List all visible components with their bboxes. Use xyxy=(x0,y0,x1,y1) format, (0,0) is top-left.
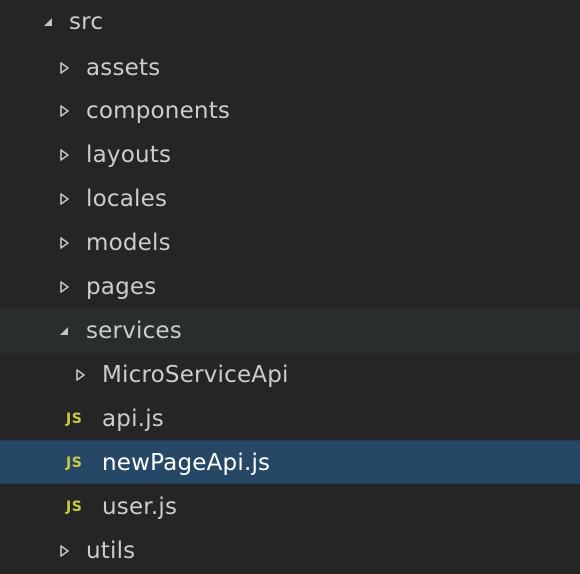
tree-item-label: MicroServiceApi xyxy=(102,362,289,388)
chevron-right-icon xyxy=(58,235,72,251)
chevron-right-icon xyxy=(58,147,72,163)
tree-item-label: services xyxy=(86,318,182,344)
javascript-file-icon: JS xyxy=(66,455,83,471)
chevron-right-icon xyxy=(58,191,72,207)
tree-folder-microserviceapi[interactable]: MicroServiceApi xyxy=(0,353,580,397)
tree-item-label: assets xyxy=(86,55,161,81)
tree-file-newpageapi-js[interactable]: JS newPageApi.js xyxy=(0,440,580,484)
tree-file-api-js[interactable]: JS api.js xyxy=(0,397,580,441)
tree-item-label: layouts xyxy=(86,142,172,168)
tree-file-user-js[interactable]: JS user.js xyxy=(0,485,580,529)
chevron-expanded-icon xyxy=(58,323,72,339)
chevron-right-icon xyxy=(58,279,72,295)
tree-item-label: pages xyxy=(86,274,157,300)
tree-item-label: newPageApi.js xyxy=(102,450,271,476)
tree-item-label: models xyxy=(86,230,171,256)
tree-item-label: utils xyxy=(86,538,136,564)
tree-item-label: components xyxy=(86,98,231,124)
tree-folder-services[interactable]: services xyxy=(0,309,580,353)
tree-item-label: api.js xyxy=(102,406,164,432)
chevron-right-icon xyxy=(58,543,72,559)
tree-folder-layouts[interactable]: layouts xyxy=(0,133,580,177)
tree-folder-models[interactable]: models xyxy=(0,221,580,265)
tree-item-label: user.js xyxy=(102,494,178,520)
chevron-expanded-icon xyxy=(42,14,56,30)
javascript-file-icon: JS xyxy=(66,411,83,427)
tree-item-label: locales xyxy=(86,186,168,212)
javascript-file-icon: JS xyxy=(66,499,83,515)
tree-folder-utils[interactable]: utils xyxy=(0,529,580,573)
file-explorer: src assets components layouts locales mo… xyxy=(0,0,580,574)
chevron-right-icon xyxy=(58,60,72,76)
tree-folder-assets[interactable]: assets xyxy=(0,46,580,90)
tree-folder-src[interactable]: src xyxy=(0,0,580,44)
chevron-right-icon xyxy=(58,103,72,119)
tree-folder-locales[interactable]: locales xyxy=(0,177,580,221)
tree-folder-pages[interactable]: pages xyxy=(0,265,580,309)
tree-folder-components[interactable]: components xyxy=(0,89,580,133)
chevron-right-icon xyxy=(74,367,88,383)
tree-item-label: src xyxy=(69,9,104,35)
